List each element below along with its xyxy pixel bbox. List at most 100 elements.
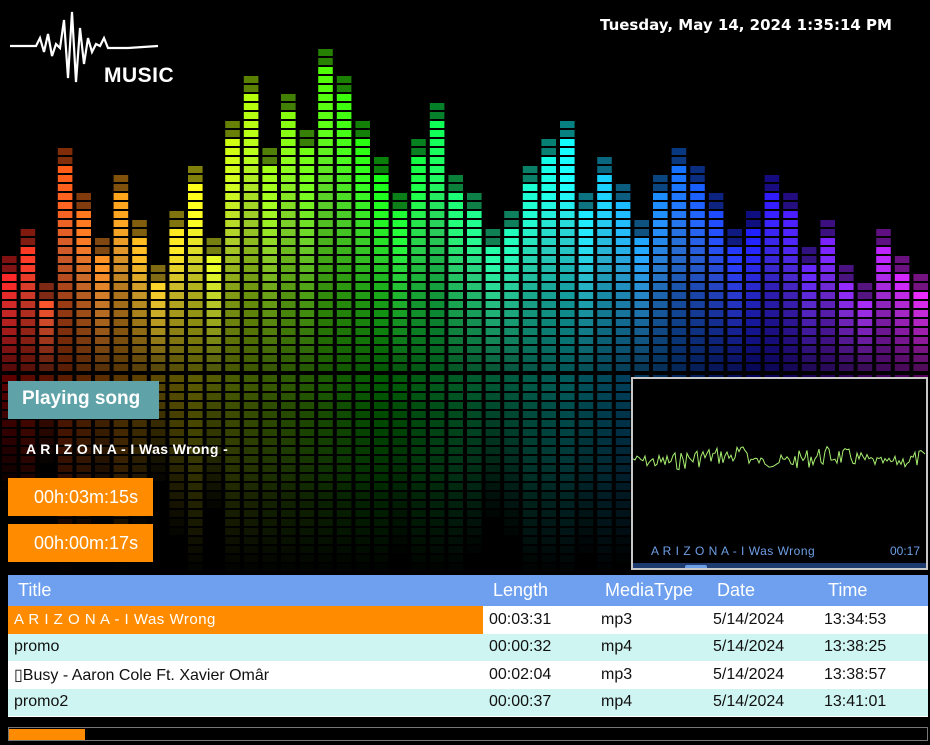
equalizer-segment bbox=[429, 292, 445, 299]
equalizer-segment bbox=[411, 184, 426, 191]
equalizer-segment bbox=[746, 364, 761, 371]
equalizer-reflection-segment bbox=[188, 519, 203, 526]
equalizer-segment bbox=[76, 346, 91, 353]
equalizer-segment bbox=[560, 202, 575, 209]
playback-progress-track[interactable] bbox=[8, 727, 928, 741]
equalizer-segment bbox=[857, 283, 873, 290]
equalizer-segment bbox=[243, 148, 259, 155]
waveform-scrollbar[interactable] bbox=[633, 563, 926, 568]
equalizer-segment bbox=[448, 193, 463, 200]
equalizer-segment bbox=[894, 310, 910, 317]
equalizer-segment bbox=[820, 328, 835, 335]
equalizer-segment bbox=[132, 256, 147, 263]
equalizer-segment bbox=[374, 220, 389, 227]
equalizer-reflection-segment bbox=[411, 420, 426, 427]
equalizer-segment bbox=[318, 202, 333, 209]
equalizer-segment bbox=[336, 337, 352, 344]
row-title: promo2 bbox=[14, 693, 69, 711]
equalizer-reflection-segment bbox=[560, 375, 575, 382]
equalizer-segment bbox=[764, 355, 780, 362]
equalizer-segment bbox=[2, 256, 17, 263]
equalizer-reflection-segment bbox=[95, 456, 110, 463]
equalizer-segment bbox=[690, 238, 705, 245]
playlist-header: Title Length MediaType Date Time bbox=[8, 575, 928, 606]
equalizer-segment bbox=[76, 211, 91, 218]
equalizer-reflection-segment bbox=[355, 420, 370, 427]
column-header-length[interactable]: Length bbox=[483, 580, 595, 601]
table-row[interactable]: promo2 00:00:37 mp4 5/14/2024 13:41:01 bbox=[8, 688, 928, 716]
equalizer-reflection-segment bbox=[318, 411, 333, 418]
equalizer-segment bbox=[281, 337, 296, 344]
equalizer-reflection-segment bbox=[485, 438, 501, 445]
equalizer-reflection-segment bbox=[467, 429, 482, 436]
equalizer-segment bbox=[522, 310, 538, 317]
equalizer-reflection-segment bbox=[262, 384, 277, 391]
equalizer-segment bbox=[839, 328, 854, 335]
table-row[interactable]: ▯Busy - Aaron Cole Ft. Xavier Omâr 00:02… bbox=[8, 661, 928, 689]
equalizer-reflection-segment bbox=[448, 474, 463, 481]
equalizer-segment bbox=[355, 346, 370, 353]
equalizer-segment bbox=[336, 274, 352, 281]
column-header-title[interactable]: Title bbox=[8, 575, 483, 606]
equalizer-reflection-segment bbox=[374, 402, 389, 409]
waveform-scroll-thumb[interactable] bbox=[685, 565, 707, 568]
equalizer-segment bbox=[318, 58, 333, 65]
equalizer-segment bbox=[281, 292, 296, 299]
equalizer-reflection-segment bbox=[429, 555, 445, 562]
equalizer-reflection-segment bbox=[150, 420, 166, 427]
equalizer-segment bbox=[746, 319, 761, 326]
equalizer-segment bbox=[485, 319, 501, 326]
column-header-date[interactable]: Date bbox=[707, 580, 818, 601]
equalizer-reflection-segment bbox=[225, 501, 240, 508]
equalizer-segment bbox=[169, 247, 184, 254]
equalizer-segment bbox=[95, 310, 110, 317]
table-row[interactable]: A R I Z O N A - I Was Wrong 00:03:31 mp3… bbox=[8, 606, 928, 634]
equalizer-reflection-segment bbox=[467, 447, 482, 454]
equalizer-segment bbox=[522, 355, 538, 362]
equalizer-segment bbox=[522, 337, 538, 344]
equalizer-segment bbox=[169, 319, 184, 326]
equalizer-reflection-segment bbox=[467, 465, 482, 472]
equalizer-segment bbox=[262, 247, 277, 254]
equalizer-segment bbox=[839, 319, 854, 326]
equalizer-segment bbox=[801, 310, 817, 317]
equalizer-segment bbox=[281, 103, 296, 110]
equalizer-reflection-segment bbox=[448, 402, 463, 409]
equalizer-reflection-segment bbox=[411, 501, 426, 508]
column-header-time[interactable]: Time bbox=[818, 580, 928, 601]
equalizer-segment bbox=[336, 346, 352, 353]
equalizer-segment bbox=[541, 193, 556, 200]
equalizer-segment bbox=[708, 202, 724, 209]
equalizer-segment bbox=[522, 346, 538, 353]
column-header-mediatype[interactable]: MediaType bbox=[595, 580, 707, 601]
equalizer-segment bbox=[243, 211, 259, 218]
equalizer-segment bbox=[355, 274, 370, 281]
equalizer-segment bbox=[355, 328, 370, 335]
equalizer-segment bbox=[281, 247, 296, 254]
equalizer-reflection-segment bbox=[355, 546, 370, 553]
row-date: 5/14/2024 bbox=[713, 610, 785, 628]
equalizer-reflection-segment bbox=[169, 474, 184, 481]
equalizer-segment bbox=[336, 292, 352, 299]
table-row[interactable]: promo 00:00:32 mp4 5/14/2024 13:38:25 bbox=[8, 633, 928, 661]
equalizer-reflection-segment bbox=[448, 564, 463, 571]
equalizer-segment bbox=[820, 292, 835, 299]
equalizer-reflection-segment bbox=[615, 492, 631, 499]
equalizer-segment bbox=[801, 319, 817, 326]
equalizer-segment bbox=[76, 229, 91, 236]
equalizer-segment bbox=[541, 364, 556, 371]
equalizer-reflection-segment bbox=[597, 510, 612, 517]
equalizer-reflection-segment bbox=[95, 465, 110, 472]
equalizer-segment bbox=[188, 211, 203, 218]
equalizer-segment bbox=[857, 346, 873, 353]
equalizer-segment bbox=[690, 220, 705, 227]
equalizer-segment bbox=[448, 301, 463, 308]
equalizer-segment bbox=[318, 310, 333, 317]
equalizer-reflection-segment bbox=[392, 375, 408, 382]
equalizer-segment bbox=[597, 292, 612, 299]
equalizer-segment bbox=[243, 274, 259, 281]
equalizer-reflection-segment bbox=[188, 501, 203, 508]
equalizer-segment bbox=[801, 355, 817, 362]
equalizer-segment bbox=[281, 211, 296, 218]
equalizer-segment bbox=[299, 328, 315, 335]
